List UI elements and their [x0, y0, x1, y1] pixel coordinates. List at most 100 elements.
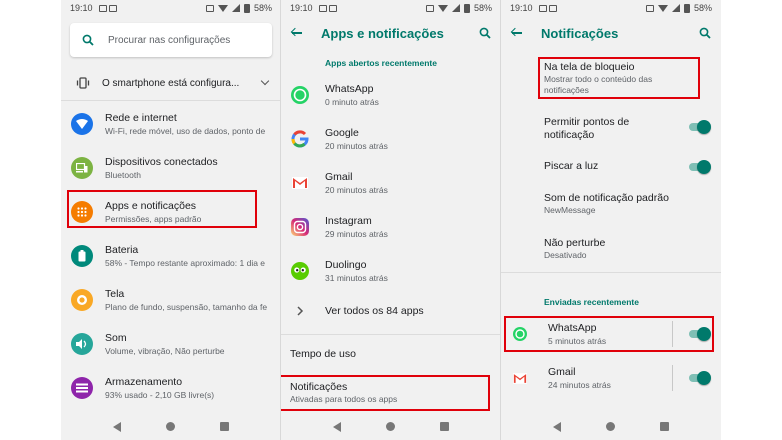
recent-app-duolingo[interactable]: Duolingo 31 minutos atrás: [281, 249, 501, 293]
phone-vibrate-icon: [76, 77, 90, 89]
google-icon: [290, 129, 310, 149]
recents-nav-icon[interactable]: [659, 422, 669, 431]
chevron-down-icon[interactable]: [260, 76, 270, 86]
battery-icon: [71, 245, 93, 267]
notification-icon: [98, 4, 107, 12]
default-sound-setting[interactable]: Som de notificação padrão NewMessage: [544, 192, 721, 216]
settings-item-subtitle: 93% usado - 2,10 GB livre(s): [105, 389, 215, 400]
divider: [61, 100, 281, 101]
blink-light-toggle[interactable]: [689, 160, 711, 174]
gmail-icon: [510, 368, 530, 388]
back-nav-icon[interactable]: [553, 421, 562, 432]
notification-dots-toggle[interactable]: [689, 120, 711, 134]
back-arrow-icon[interactable]: [511, 28, 523, 38]
recents-nav-icon[interactable]: [219, 422, 229, 431]
sound-title: Som de notificação padrão: [544, 192, 669, 204]
settings-item-title: Tela: [105, 287, 125, 300]
search-icon[interactable]: [699, 27, 711, 39]
home-nav-icon[interactable]: [605, 422, 615, 431]
recent-app-google[interactable]: Google 20 minutos atrás: [281, 117, 501, 161]
whatsapp-icon: [290, 85, 310, 105]
navigation-bar: [61, 413, 281, 440]
battery-status-icon: [463, 3, 470, 13]
app-name: Duolingo: [325, 258, 367, 271]
settings-item-subtitle: Volume, vibração, Não perturbe: [105, 345, 225, 356]
settings-item-devices[interactable]: Dispositivos conectados Bluetooth: [61, 146, 281, 190]
status-bar: 19:10 58%: [281, 0, 501, 16]
see-all-apps[interactable]: Ver todos os 84 apps: [281, 291, 501, 331]
navigation-bar: [281, 413, 501, 440]
back-nav-icon[interactable]: [333, 421, 342, 432]
settings-item-title: Rede e internet: [105, 111, 177, 124]
battery-percent: 58%: [473, 3, 492, 13]
app-time: 20 minutos atrás: [325, 184, 388, 195]
settings-item-title: Bateria: [105, 243, 139, 256]
chevron-right-icon: [290, 301, 310, 321]
suggestion-label: O smartphone está configura...: [102, 77, 240, 89]
sound-subtitle: NewMessage: [544, 205, 596, 215]
section-header: Enviadas recentemente: [544, 297, 639, 307]
app-time: 29 minutos atrás: [325, 228, 388, 239]
notifications-screen: 19:10 58% Notificações Na tela de bloque…: [501, 0, 721, 440]
wifi-icon: [71, 113, 93, 135]
setup-suggestion[interactable]: O smartphone está configura...: [61, 70, 281, 96]
volume-icon: [71, 333, 93, 355]
app-time: 0 minuto atrás: [325, 96, 379, 107]
do-not-disturb-setting[interactable]: Não perturbe Desativado: [544, 237, 721, 261]
settings-item-network[interactable]: Rede e internet Wi-Fi, rede móvel, uso de…: [61, 102, 281, 146]
battery-status-icon: [243, 3, 250, 13]
settings-item-display[interactable]: Tela Plano de fundo, suspensão, tamanho d…: [61, 278, 281, 322]
battery-percent: 58%: [253, 3, 272, 13]
home-nav-icon[interactable]: [165, 422, 175, 431]
settings-item-subtitle: Bluetooth: [105, 169, 141, 180]
screen-time-item[interactable]: Tempo de uso: [290, 348, 356, 360]
app-name: WhatsApp: [325, 82, 374, 95]
search-icon[interactable]: [479, 27, 491, 39]
highlight-box: [538, 57, 700, 99]
settings-item-storage[interactable]: Armazenamento 93% usado - 2,10 GB livre(s…: [61, 366, 281, 410]
see-all-label: Ver todos os 84 apps: [325, 304, 424, 317]
settings-item-title: Dispositivos conectados: [105, 155, 218, 168]
highlight-box: [504, 316, 714, 352]
home-nav-icon[interactable]: [385, 422, 395, 431]
page-title: Apps e notificações: [321, 25, 444, 41]
settings-screen: 19:10 58% Procurar nas configurações O s…: [61, 0, 281, 440]
cell-signal-icon: [451, 4, 460, 12]
settings-item-title: Armazenamento: [105, 375, 183, 388]
vibrate-icon: [425, 4, 434, 12]
vibrate-icon: [645, 4, 654, 12]
settings-item-battery[interactable]: Bateria 58% - Tempo restante aproximado: …: [61, 234, 281, 278]
divider: [501, 272, 721, 273]
app-name: Instagram: [325, 214, 372, 227]
page-title: Notificações: [541, 25, 619, 41]
gmail-notification-toggle[interactable]: [689, 371, 711, 385]
back-arrow-icon[interactable]: [291, 28, 303, 38]
app-name: Gmail: [325, 170, 353, 183]
back-nav-icon[interactable]: [113, 421, 122, 432]
recents-nav-icon[interactable]: [439, 422, 449, 431]
search-placeholder: Procurar nas configurações: [108, 34, 231, 46]
recent-app-instagram[interactable]: Instagram 29 minutos atrás: [281, 205, 501, 249]
app-bar: Apps e notificações: [281, 16, 501, 50]
settings-search-bar[interactable]: Procurar nas configurações: [70, 23, 272, 57]
app-time: 31 minutos atrás: [325, 272, 388, 283]
highlight-box: [281, 375, 490, 411]
section-header: Apps abertos recentemente: [325, 58, 437, 68]
app-name: Google: [325, 126, 359, 139]
notification-icon: [538, 4, 547, 12]
wifi-signal-icon: [657, 4, 668, 12]
recent-sender-gmail[interactable]: Gmail 24 minutos atrás: [501, 356, 721, 400]
status-time: 19:10: [70, 3, 93, 13]
app-time: 24 minutos atrás: [548, 379, 611, 390]
app-name: Gmail: [548, 365, 576, 378]
battery-status-icon: [683, 3, 690, 13]
settings-item-sound[interactable]: Som Volume, vibração, Não perturbe: [61, 322, 281, 366]
apps-notifications-screen: 19:10 58% Apps e notificações Apps abert…: [281, 0, 501, 440]
recent-app-gmail[interactable]: Gmail 20 minutos atrás: [281, 161, 501, 205]
search-icon: [82, 34, 94, 46]
wifi-signal-icon: [437, 4, 448, 12]
image-icon: [548, 4, 557, 12]
status-bar: 19:10 58%: [501, 0, 721, 16]
recent-app-whatsapp[interactable]: WhatsApp 0 minuto atrás: [281, 73, 501, 117]
wifi-signal-icon: [217, 4, 228, 12]
